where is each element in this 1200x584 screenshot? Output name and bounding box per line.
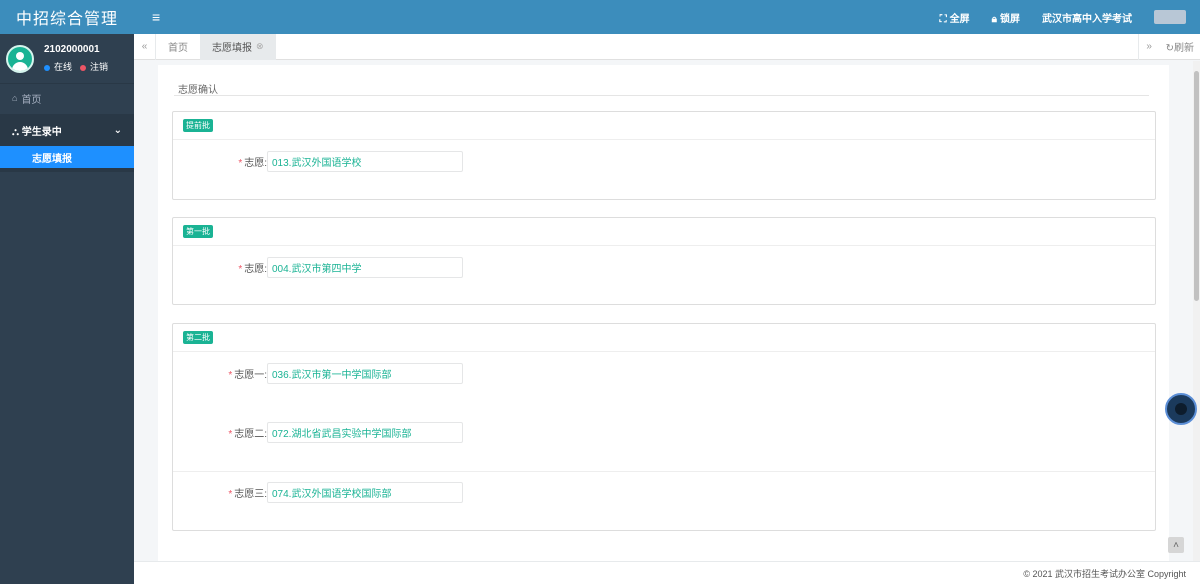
user-panel: 2102000001 在线 注销 bbox=[0, 34, 134, 84]
logout-link[interactable]: 注销 bbox=[80, 60, 108, 73]
top-header: ≡ ⛶ 全屏 🔒︎ 锁屏 武汉市高中入学考试 bbox=[134, 0, 1200, 34]
chevron-up-icon: ˄ bbox=[1173, 539, 1179, 551]
footer: © 2021 武汉市招生考试办公室 Copyright bbox=[134, 561, 1200, 584]
refresh-button[interactable]: ↻刷新 bbox=[1160, 39, 1200, 54]
field-label: * 志愿: bbox=[238, 158, 267, 169]
online-status: 在线 bbox=[44, 60, 72, 73]
choice-field[interactable]: 036.武汉市第一中学国际部 bbox=[267, 363, 463, 384]
close-icon[interactable]: ⊗ bbox=[256, 41, 264, 52]
batch-badge: 提前批 bbox=[183, 119, 213, 132]
app-logo: 中招综合管理 bbox=[0, 0, 134, 34]
choice-field[interactable]: 072.湖北省武昌实验中学国际部 bbox=[267, 422, 463, 443]
avatar[interactable] bbox=[6, 44, 34, 73]
tab-scroll-left-icon[interactable]: « bbox=[134, 33, 156, 60]
tab-scroll-right-icon[interactable]: » bbox=[1137, 33, 1160, 60]
back-to-top-button[interactable]: ˄ bbox=[1168, 537, 1184, 553]
lock-button[interactable]: 🔒︎ 锁屏 bbox=[992, 10, 1020, 25]
chevron-down-icon: ⌄ bbox=[113, 124, 122, 136]
sidebar: 中招综合管理 2102000001 在线 注销 ⌂ 首页 ⛬ 学生录中 ⌄ 志愿… bbox=[0, 0, 134, 584]
user-info: 2102000001 在线 注销 bbox=[44, 44, 108, 73]
choice-field[interactable]: 074.武汉外国语学校国际部 bbox=[267, 482, 463, 503]
fullscreen-button[interactable]: ⛶ 全屏 bbox=[940, 10, 970, 25]
app-root: 中招综合管理 2102000001 在线 注销 ⌂ 首页 ⛬ 学生录中 ⌄ 志愿… bbox=[0, 0, 1200, 584]
form-panel: 志愿确认 提前批 * 志愿: 013.武汉外国语学校 第一批 * 志愿: 004.武… bbox=[158, 65, 1169, 561]
scrollbar[interactable] bbox=[1193, 61, 1200, 561]
choice-field[interactable]: 004.武汉市第四中学 bbox=[267, 257, 463, 278]
sidebar-item-application[interactable]: 志愿填报 bbox=[0, 146, 134, 168]
lock-icon: 🔒︎ bbox=[991, 13, 997, 25]
field-label: * 志愿一: bbox=[228, 370, 267, 381]
main-content: 志愿确认 提前批 * 志愿: 013.武汉外国语学校 第一批 * 志愿: 004.武… bbox=[134, 61, 1200, 561]
refresh-icon: ↻ bbox=[1165, 43, 1174, 54]
user-id: 2102000001 bbox=[44, 44, 100, 55]
scrollbar-thumb[interactable] bbox=[1194, 71, 1199, 301]
page-title: 志愿确认 bbox=[178, 85, 218, 96]
tab-home[interactable]: 首页 bbox=[156, 34, 200, 60]
card-first-batch: 第一批 * 志愿: 004.武汉市第四中学 bbox=[172, 217, 1156, 305]
batch-badge: 第一批 bbox=[183, 225, 213, 238]
field-label: * 志愿二: bbox=[228, 429, 267, 440]
fullscreen-icon: ⛶ bbox=[939, 13, 947, 25]
sidebar-item-home[interactable]: ⌂ 首页 bbox=[0, 84, 134, 112]
floating-chat-button[interactable] bbox=[1165, 393, 1197, 425]
card-early-batch: 提前批 * 志愿: 013.武汉外国语学校 bbox=[172, 111, 1156, 200]
sidebar-group-students[interactable]: ⛬ 学生录中 ⌄ bbox=[0, 114, 134, 146]
choice-field[interactable]: 013.武汉外国语学校 bbox=[267, 151, 463, 172]
field-label: * 志愿: bbox=[238, 264, 267, 275]
org-name: 武汉市高中入学考试 bbox=[1042, 13, 1132, 25]
tab-application[interactable]: 志愿填报 ⊗ bbox=[200, 33, 276, 60]
user-avatar-small[interactable] bbox=[1154, 10, 1186, 24]
tabs-bar: « 首页 志愿填报 ⊗ » ↻刷新 bbox=[134, 33, 1200, 60]
home-icon: ⌂ bbox=[12, 93, 18, 103]
menu-toggle-icon[interactable]: ≡ bbox=[152, 9, 160, 25]
batch-badge: 第二批 bbox=[183, 331, 213, 344]
user-icon: ⛬ bbox=[12, 126, 22, 138]
card-second-batch: 第二批 * 志愿一: 036.武汉市第一中学国际部 * 志愿二: 072.湖北省武昌… bbox=[172, 323, 1156, 531]
field-label: * 志愿三: bbox=[228, 489, 267, 500]
